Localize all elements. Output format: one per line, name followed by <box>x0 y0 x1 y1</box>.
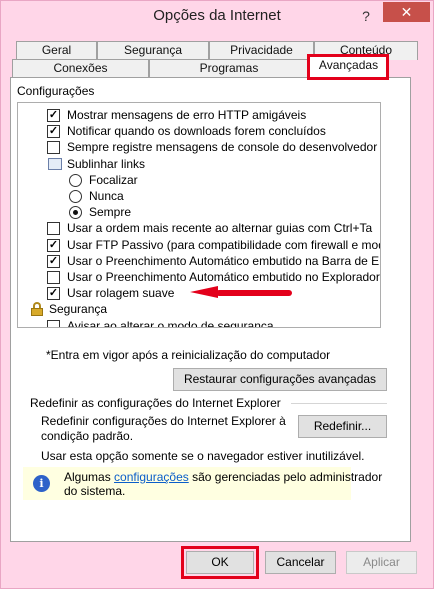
info-line2: do sistema. <box>64 484 126 498</box>
checkbox[interactable] <box>47 319 60 327</box>
help-button[interactable]: ? <box>356 6 376 26</box>
info-text-after: são gerenciadas pelo administrador <box>188 470 383 484</box>
settings-item[interactable]: Focalizar <box>18 172 380 189</box>
reset-description-line2: condição padrão. <box>41 429 134 443</box>
tab-seguranca[interactable]: Segurança <box>97 41 209 60</box>
settings-item-label: Usar o Preenchimento Automático embutido… <box>67 270 380 284</box>
settings-item[interactable]: Usar a ordem mais recente ao alternar gu… <box>18 220 380 237</box>
checkbox[interactable]: ✓ <box>47 238 60 252</box>
title-bar[interactable]: Opções da Internet ? ✕ <box>1 1 433 33</box>
ok-button-highlight <box>181 546 259 579</box>
close-button[interactable]: ✕ <box>383 2 430 22</box>
smooth-scroll-arrow-shaft <box>216 290 292 296</box>
smooth-scroll-arrow-head <box>190 286 218 298</box>
info-text-before: Algumas <box>64 470 115 484</box>
info-icon: i <box>33 475 50 492</box>
settings-item[interactable]: ✓ Usar o Preenchimento Automático embutid… <box>18 253 380 270</box>
settings-item-label: Usar rolagem suave <box>67 286 175 301</box>
settings-item-label: Usar o Preenchimento Automático embutido… <box>67 253 380 268</box>
restart-note: *Entra em vigor após a reinicialização d… <box>46 348 331 362</box>
checkbox[interactable]: ✓ <box>47 287 60 301</box>
tab-conexoes[interactable]: Conexões <box>12 59 149 78</box>
radio-button[interactable] <box>69 173 82 187</box>
settings-item: Sublinhar links <box>18 156 380 173</box>
managed-settings-infobar: i Algumas configurações são gerenciadas … <box>23 467 382 500</box>
reset-section-title: Redefinir as configurações do Internet E… <box>30 396 281 410</box>
settings-item-label: Nunca <box>89 189 124 203</box>
settings-item-label: Notificar quando os downloads forem conc… <box>67 124 326 139</box>
tab-geral[interactable]: Geral <box>16 41 97 60</box>
settings-item[interactable]: ✓ Mostrar mensagens de erro HTTP amigávei… <box>18 107 380 124</box>
lock-icon <box>31 302 43 317</box>
reset-button[interactable]: Redefinir... <box>298 415 387 438</box>
cancel-button[interactable]: Cancelar <box>265 551 336 574</box>
reset-warning: Usar esta opção somente se o navegador e… <box>41 449 365 463</box>
radio-button[interactable] <box>69 190 82 203</box>
settings-link[interactable]: configurações <box>114 470 189 484</box>
settings-group-icon <box>48 157 62 170</box>
checkbox[interactable]: ✓ <box>47 254 60 268</box>
settings-item-label: Avisar ao alterar o modo de segurança <box>67 318 274 328</box>
restore-advanced-button[interactable]: Restaurar configurações avançadas <box>173 368 387 391</box>
settings-item-label: Segurança <box>49 302 108 317</box>
settings-item-label: Sempre registre mensagens de console do … <box>67 140 378 155</box>
settings-item-label: Usar a ordem mais recente ao alternar gu… <box>67 221 373 236</box>
reset-description-line1: Redefinir configurações do Internet Expl… <box>41 414 286 428</box>
restore-advanced-label: Restaurar configurações avançadas <box>183 372 377 386</box>
settings-item-label: Focalizar <box>89 172 138 187</box>
settings-item-label: Sempre <box>89 205 132 220</box>
checkbox[interactable] <box>47 141 60 155</box>
checkbox[interactable] <box>47 222 60 236</box>
apply-button[interactable]: Aplicar <box>346 551 417 574</box>
settings-item-label: Usar FTP Passivo (para compatibilidade c… <box>67 237 381 252</box>
reset-section-divider <box>291 403 387 404</box>
settings-item-label: Mostrar mensagens de erro HTTP amigáveis <box>67 108 307 122</box>
radio-button[interactable] <box>69 206 82 220</box>
settings-item[interactable]: Nunca <box>18 188 380 205</box>
settings-item[interactable]: Sempre registre mensagens de console do … <box>18 139 380 156</box>
checkbox[interactable]: ✓ <box>47 125 60 139</box>
settings-item[interactable]: Usar o Preenchimento Automático embutido… <box>18 269 380 286</box>
tab-programas[interactable]: Programas <box>149 59 309 78</box>
tab-privacidade[interactable]: Privacidade <box>209 41 314 60</box>
settings-item[interactable]: Avisar ao alterar o modo de segurança <box>18 318 380 328</box>
advanced-tab-highlight <box>307 54 389 80</box>
checkbox[interactable]: ✓ <box>47 109 60 122</box>
settings-group-label: Configurações <box>17 84 95 98</box>
info-line1: Algumas configurações são gerenciadas pe… <box>64 470 382 484</box>
settings-item[interactable]: ✓ Notificar quando os downloads forem con… <box>18 123 380 140</box>
settings-item-label: Sublinhar links <box>67 156 146 171</box>
settings-item: Segurança <box>18 301 380 318</box>
settings-item[interactable]: Sempre <box>18 204 380 221</box>
settings-item[interactable]: ✓ Usar FTP Passivo (para compatibilidade … <box>18 237 380 254</box>
checkbox[interactable] <box>47 271 60 284</box>
